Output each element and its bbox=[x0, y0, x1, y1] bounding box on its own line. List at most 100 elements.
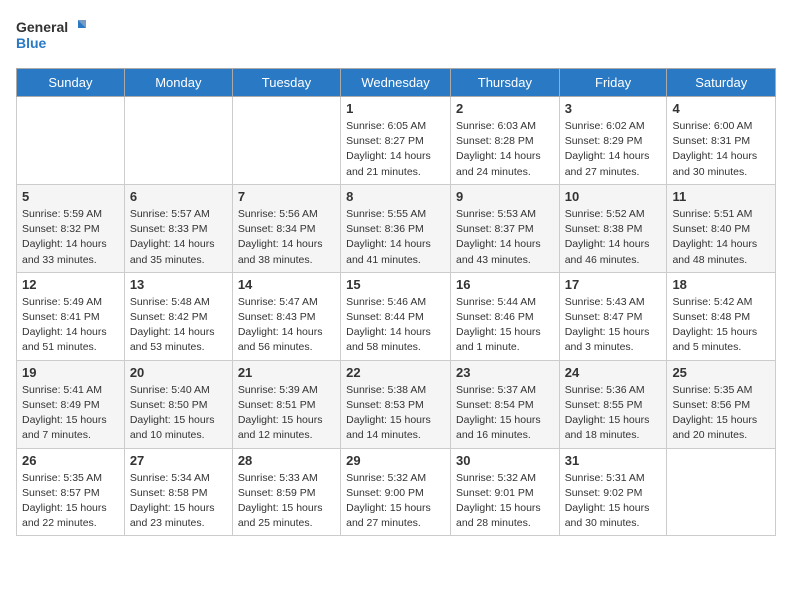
day-cell bbox=[667, 448, 776, 536]
day-cell: 5 Sunrise: 5:59 AMSunset: 8:32 PMDaylight… bbox=[17, 184, 125, 272]
weekday-header-sunday: Sunday bbox=[17, 69, 125, 97]
day-cell bbox=[17, 97, 125, 185]
week-row-2: 5 Sunrise: 5:59 AMSunset: 8:32 PMDaylight… bbox=[17, 184, 776, 272]
day-info: Sunrise: 5:57 AMSunset: 8:33 PMDaylight:… bbox=[130, 207, 227, 268]
day-info: Sunrise: 5:34 AMSunset: 8:58 PMDaylight:… bbox=[130, 471, 227, 532]
day-number: 17 bbox=[565, 277, 662, 292]
day-number: 27 bbox=[130, 453, 227, 468]
day-cell: 21 Sunrise: 5:39 AMSunset: 8:51 PMDayligh… bbox=[232, 360, 340, 448]
day-number: 25 bbox=[672, 365, 770, 380]
day-number: 24 bbox=[565, 365, 662, 380]
day-cell: 2 Sunrise: 6:03 AMSunset: 8:28 PMDaylight… bbox=[451, 97, 560, 185]
day-info: Sunrise: 5:40 AMSunset: 8:50 PMDaylight:… bbox=[130, 383, 227, 444]
day-number: 19 bbox=[22, 365, 119, 380]
day-info: Sunrise: 5:59 AMSunset: 8:32 PMDaylight:… bbox=[22, 207, 119, 268]
week-row-3: 12 Sunrise: 5:49 AMSunset: 8:41 PMDayligh… bbox=[17, 272, 776, 360]
day-cell: 18 Sunrise: 5:42 AMSunset: 8:48 PMDayligh… bbox=[667, 272, 776, 360]
day-info: Sunrise: 5:47 AMSunset: 8:43 PMDaylight:… bbox=[238, 295, 335, 356]
weekday-header-thursday: Thursday bbox=[451, 69, 560, 97]
day-info: Sunrise: 5:32 AMSunset: 9:01 PMDaylight:… bbox=[456, 471, 554, 532]
day-info: Sunrise: 5:38 AMSunset: 8:53 PMDaylight:… bbox=[346, 383, 445, 444]
day-number: 29 bbox=[346, 453, 445, 468]
day-number: 8 bbox=[346, 189, 445, 204]
day-number: 14 bbox=[238, 277, 335, 292]
day-info: Sunrise: 5:35 AMSunset: 8:57 PMDaylight:… bbox=[22, 471, 119, 532]
day-cell: 25 Sunrise: 5:35 AMSunset: 8:56 PMDayligh… bbox=[667, 360, 776, 448]
day-number: 9 bbox=[456, 189, 554, 204]
day-info: Sunrise: 5:43 AMSunset: 8:47 PMDaylight:… bbox=[565, 295, 662, 356]
weekday-header-wednesday: Wednesday bbox=[341, 69, 451, 97]
day-cell: 28 Sunrise: 5:33 AMSunset: 8:59 PMDayligh… bbox=[232, 448, 340, 536]
week-row-1: 1 Sunrise: 6:05 AMSunset: 8:27 PMDaylight… bbox=[17, 97, 776, 185]
day-info: Sunrise: 5:49 AMSunset: 8:41 PMDaylight:… bbox=[22, 295, 119, 356]
day-cell: 1 Sunrise: 6:05 AMSunset: 8:27 PMDaylight… bbox=[341, 97, 451, 185]
day-info: Sunrise: 5:48 AMSunset: 8:42 PMDaylight:… bbox=[130, 295, 227, 356]
day-info: Sunrise: 5:56 AMSunset: 8:34 PMDaylight:… bbox=[238, 207, 335, 268]
day-cell: 4 Sunrise: 6:00 AMSunset: 8:31 PMDaylight… bbox=[667, 97, 776, 185]
day-number: 7 bbox=[238, 189, 335, 204]
day-cell: 13 Sunrise: 5:48 AMSunset: 8:42 PMDayligh… bbox=[124, 272, 232, 360]
day-info: Sunrise: 6:05 AMSunset: 8:27 PMDaylight:… bbox=[346, 119, 445, 180]
day-cell bbox=[232, 97, 340, 185]
day-number: 3 bbox=[565, 101, 662, 116]
day-info: Sunrise: 5:37 AMSunset: 8:54 PMDaylight:… bbox=[456, 383, 554, 444]
day-number: 13 bbox=[130, 277, 227, 292]
day-number: 28 bbox=[238, 453, 335, 468]
weekday-header-monday: Monday bbox=[124, 69, 232, 97]
day-info: Sunrise: 6:03 AMSunset: 8:28 PMDaylight:… bbox=[456, 119, 554, 180]
day-cell: 3Sunrise: 6:02 AMSunset: 8:29 PMDaylight… bbox=[559, 97, 667, 185]
week-row-5: 26 Sunrise: 5:35 AMSunset: 8:57 PMDayligh… bbox=[17, 448, 776, 536]
day-number: 1 bbox=[346, 101, 445, 116]
day-number: 15 bbox=[346, 277, 445, 292]
day-cell: 7 Sunrise: 5:56 AMSunset: 8:34 PMDaylight… bbox=[232, 184, 340, 272]
day-cell: 9Sunrise: 5:53 AMSunset: 8:37 PMDaylight… bbox=[451, 184, 560, 272]
day-cell: 16 Sunrise: 5:44 AMSunset: 8:46 PMDayligh… bbox=[451, 272, 560, 360]
week-row-4: 19 Sunrise: 5:41 AMSunset: 8:49 PMDayligh… bbox=[17, 360, 776, 448]
day-cell: 17 Sunrise: 5:43 AMSunset: 8:47 PMDayligh… bbox=[559, 272, 667, 360]
day-number: 6 bbox=[130, 189, 227, 204]
day-info: Sunrise: 5:35 AMSunset: 8:56 PMDaylight:… bbox=[672, 383, 770, 444]
day-cell: 12 Sunrise: 5:49 AMSunset: 8:41 PMDayligh… bbox=[17, 272, 125, 360]
day-number: 30 bbox=[456, 453, 554, 468]
day-cell: 11Sunrise: 5:51 AMSunset: 8:40 PMDayligh… bbox=[667, 184, 776, 272]
day-cell: 14 Sunrise: 5:47 AMSunset: 8:43 PMDayligh… bbox=[232, 272, 340, 360]
day-info: Sunrise: 6:00 AMSunset: 8:31 PMDaylight:… bbox=[672, 119, 770, 180]
day-cell: 26 Sunrise: 5:35 AMSunset: 8:57 PMDayligh… bbox=[17, 448, 125, 536]
svg-text:Blue: Blue bbox=[16, 35, 47, 51]
svg-text:General: General bbox=[16, 19, 68, 35]
day-number: 23 bbox=[456, 365, 554, 380]
day-number: 16 bbox=[456, 277, 554, 292]
day-number: 5 bbox=[22, 189, 119, 204]
day-number: 31 bbox=[565, 453, 662, 468]
day-number: 4 bbox=[672, 101, 770, 116]
day-number: 26 bbox=[22, 453, 119, 468]
day-info: Sunrise: 5:33 AMSunset: 8:59 PMDaylight:… bbox=[238, 471, 335, 532]
day-number: 12 bbox=[22, 277, 119, 292]
day-number: 18 bbox=[672, 277, 770, 292]
logo: General Blue bbox=[16, 16, 86, 56]
day-cell: 20 Sunrise: 5:40 AMSunset: 8:50 PMDayligh… bbox=[124, 360, 232, 448]
day-info: Sunrise: 5:52 AMSunset: 8:38 PMDaylight:… bbox=[565, 207, 662, 268]
weekday-header-row: SundayMondayTuesdayWednesdayThursdayFrid… bbox=[17, 69, 776, 97]
day-info: Sunrise: 5:44 AMSunset: 8:46 PMDaylight:… bbox=[456, 295, 554, 356]
day-info: Sunrise: 5:41 AMSunset: 8:49 PMDaylight:… bbox=[22, 383, 119, 444]
weekday-header-saturday: Saturday bbox=[667, 69, 776, 97]
day-info: Sunrise: 5:39 AMSunset: 8:51 PMDaylight:… bbox=[238, 383, 335, 444]
day-info: Sunrise: 5:31 AMSunset: 9:02 PMDaylight:… bbox=[565, 471, 662, 532]
day-info: Sunrise: 5:42 AMSunset: 8:48 PMDaylight:… bbox=[672, 295, 770, 356]
day-number: 2 bbox=[456, 101, 554, 116]
day-cell bbox=[124, 97, 232, 185]
day-info: Sunrise: 5:36 AMSunset: 8:55 PMDaylight:… bbox=[565, 383, 662, 444]
day-cell: 19 Sunrise: 5:41 AMSunset: 8:49 PMDayligh… bbox=[17, 360, 125, 448]
day-number: 10 bbox=[565, 189, 662, 204]
day-number: 21 bbox=[238, 365, 335, 380]
day-cell: 6 Sunrise: 5:57 AMSunset: 8:33 PMDaylight… bbox=[124, 184, 232, 272]
day-number: 22 bbox=[346, 365, 445, 380]
day-cell: 22 Sunrise: 5:38 AMSunset: 8:53 PMDayligh… bbox=[341, 360, 451, 448]
day-info: Sunrise: 5:32 AMSunset: 9:00 PMDaylight:… bbox=[346, 471, 445, 532]
day-cell: 24 Sunrise: 5:36 AMSunset: 8:55 PMDayligh… bbox=[559, 360, 667, 448]
day-number: 20 bbox=[130, 365, 227, 380]
calendar: SundayMondayTuesdayWednesdayThursdayFrid… bbox=[16, 68, 776, 536]
day-cell: 29 Sunrise: 5:32 AMSunset: 9:00 PMDayligh… bbox=[341, 448, 451, 536]
weekday-header-friday: Friday bbox=[559, 69, 667, 97]
